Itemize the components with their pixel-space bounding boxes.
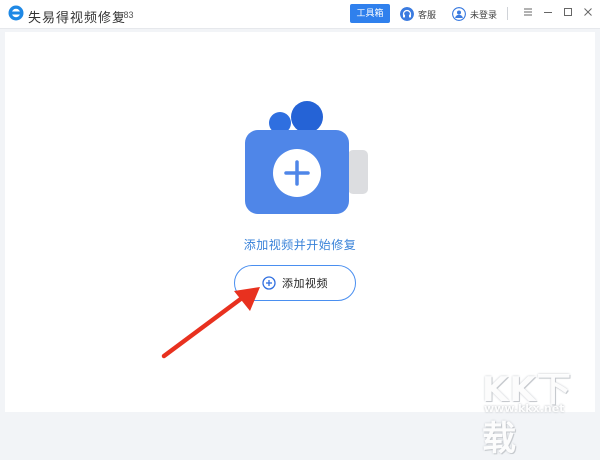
app-version: 1.83 [116,10,134,20]
header-divider [507,7,508,20]
support-button[interactable]: 客服 [400,6,436,22]
add-video-camera-icon[interactable] [240,100,380,216]
add-video-button-label: 添加视频 [282,278,328,290]
app-logo-icon [8,5,24,21]
minimize-icon[interactable] [542,6,554,18]
login-button[interactable]: 未登录 [452,6,497,22]
app-title: 失易得视频修复 [28,11,127,26]
menu-icon[interactable] [522,6,534,18]
close-icon[interactable] [582,6,594,18]
support-label: 客服 [418,9,437,20]
main-panel [5,32,595,412]
add-video-hint: 添加视频并开始修复 [243,238,357,252]
maximize-icon[interactable] [562,6,574,18]
user-icon [452,7,466,21]
toolbox-button[interactable]: 工具箱 [350,4,390,23]
login-label: 未登录 [470,9,498,20]
watermark-url: www.kkx.net [484,402,565,415]
pointer-arrow-icon [161,287,260,359]
headset-icon [400,7,414,21]
title-bar: 失易得视频修复 1.83 工具箱 客服 未登录 [0,0,600,29]
